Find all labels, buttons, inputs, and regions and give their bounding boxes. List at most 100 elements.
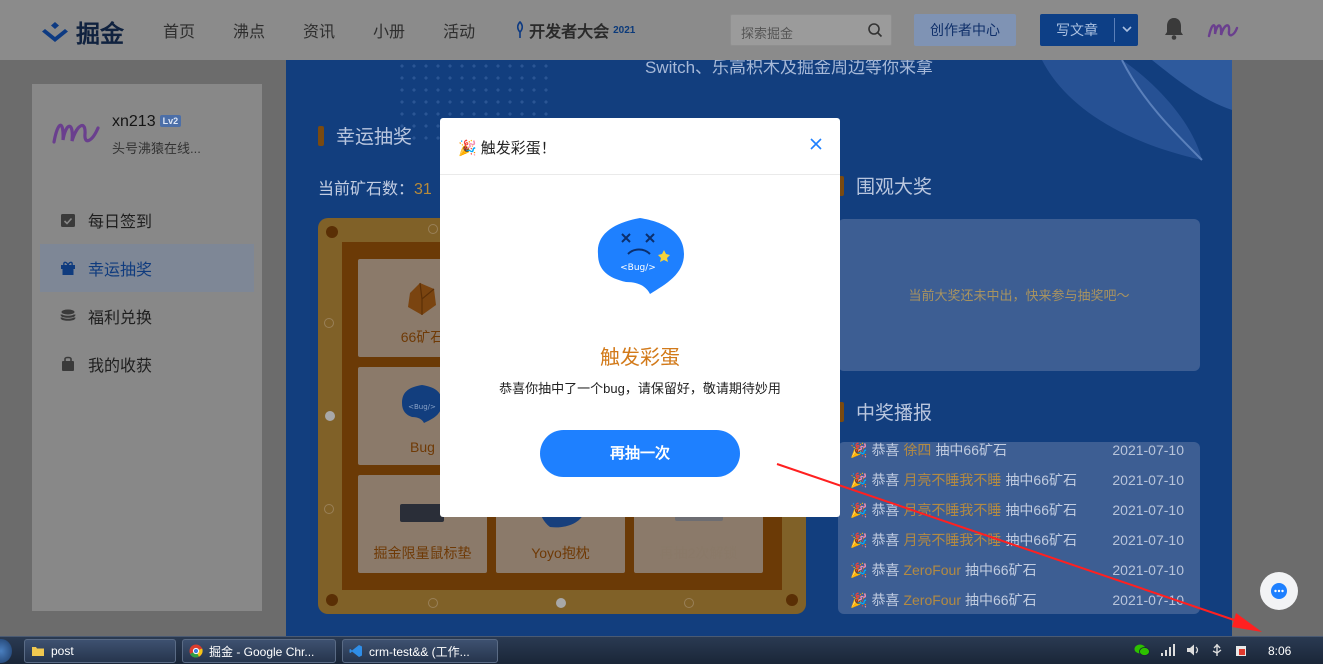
winner-prize: 抽中66矿石 (935, 442, 1008, 458)
taskbar-item-post[interactable]: post (24, 639, 176, 663)
winner-name[interactable]: ZeroFour (903, 592, 961, 608)
nav-developer-conference[interactable]: 开发者大会 2021 (513, 18, 635, 42)
taskbar-item-label: post (51, 644, 74, 658)
list-item: 🎉 恭喜 ZeroFour 抽中66矿石 2021-07-10 (850, 560, 1184, 580)
party-popper-icon: 🎉 (850, 591, 868, 608)
grand-prize-panel: 当前大奖还未中出，快来参与抽奖吧～ (838, 219, 1200, 371)
windows-taskbar: post 掘金 - Google Chr... crm-test&& (工作..… (0, 636, 1323, 664)
dialog-header: 🎉 触发彩蛋！ (440, 118, 840, 175)
prize-label: 掘金限量鼠标垫 (373, 545, 472, 561)
search-placeholder: 探索掘金 (741, 26, 794, 41)
board-dot (556, 598, 566, 608)
party-popper-icon: 🎉 (850, 442, 868, 458)
bag-icon (62, 356, 74, 371)
taskbar-clock[interactable]: 8:06 (1268, 644, 1291, 658)
winner-prize: 抽中66矿石 (965, 562, 1037, 578)
sidebar-item-my-gains[interactable]: 我的收获 (40, 340, 254, 388)
logo-text: 掘金 (76, 21, 124, 48)
nav-books[interactable]: 小册 (373, 18, 405, 42)
winner-name[interactable]: 徐四 (903, 442, 931, 460)
sidebar-item-label: 福利兑换 (88, 310, 153, 327)
winner-name[interactable]: 月亮不睡我不睡 (903, 530, 1001, 550)
svg-text:<Bug/>: <Bug/> (408, 403, 436, 411)
chat-bubble-icon (1271, 583, 1287, 599)
winners-title: 中奖播报 (856, 403, 933, 424)
search-icon[interactable] (867, 22, 883, 38)
start-button[interactable] (0, 639, 12, 663)
ore-balance: 当前矿石数：31 (318, 175, 432, 199)
button-divider (1114, 18, 1115, 42)
volume-icon[interactable] (1186, 643, 1200, 657)
chevron-down-icon[interactable] (1120, 22, 1134, 36)
nav-home[interactable]: 首页 (163, 18, 195, 42)
usb-icon[interactable] (1210, 643, 1224, 657)
winner-prize: 抽中66矿石 (965, 592, 1037, 608)
winner-prize: 抽中66矿石 (1005, 472, 1078, 488)
avatar[interactable] (50, 110, 102, 154)
taskbar-item-chrome[interactable]: 掘金 - Google Chr... (182, 639, 336, 663)
juejin-logo[interactable]: 掘金 (40, 14, 124, 49)
grand-prize-title: 围观大奖 (856, 177, 933, 198)
draw-again-button[interactable]: 再抽一次 (540, 430, 740, 477)
sidebar-item-daily-checkin[interactable]: 每日签到 (40, 196, 254, 244)
winner-date: 2021-07-10 (1112, 502, 1184, 518)
winner-date: 2021-07-10 (1112, 562, 1184, 578)
list-item: 🎉 恭喜 ZeroFour 抽中66矿石 2021-07-10 (850, 590, 1184, 610)
party-popper-icon: 🎉 (458, 139, 477, 157)
winner-name[interactable]: 月亮不睡我不睡 (903, 470, 1001, 490)
signal-icon[interactable] (1160, 643, 1176, 657)
winner-date: 2021-07-10 (1112, 472, 1184, 488)
winner-prefix: 恭喜 (871, 502, 900, 518)
sidebar-item-welfare-exchange[interactable]: 福利兑换 (40, 292, 254, 340)
sidebar-item-label: 每日签到 (88, 214, 153, 231)
taskbar-item-label: 掘金 - Google Chr... (209, 644, 315, 659)
wechat-icon[interactable] (1134, 643, 1150, 657)
list-item: 🎉 恭喜 月亮不睡我不睡 抽中66矿石 2021-07-10 (850, 470, 1184, 490)
party-popper-icon: 🎉 (850, 501, 868, 518)
chat-float-button[interactable] (1260, 572, 1298, 610)
juejin-logo-icon (42, 21, 68, 42)
party-popper-icon: 🎉 (850, 531, 868, 548)
user-bio: 头号沸猿在线... (112, 141, 201, 156)
creator-center-button[interactable]: 创作者中心 (914, 14, 1016, 46)
close-icon[interactable] (808, 136, 824, 152)
winner-name[interactable]: 月亮不睡我不睡 (903, 500, 1001, 520)
winner-prefix: 恭喜 (871, 442, 900, 458)
winner-prefix: 恭喜 (871, 532, 900, 548)
dialog-description: 恭喜你抽中了一个bug，请保留好，敬请期待妙用 (499, 381, 781, 396)
vscode-icon (349, 645, 362, 657)
board-dot (325, 411, 335, 421)
board-dot (326, 226, 338, 238)
dialog-title-text: 触发彩蛋！ (480, 140, 556, 157)
winners-section-title: 中奖播报 (838, 398, 932, 425)
user-avatar-icon[interactable] (1206, 14, 1240, 44)
security-alert-icon[interactable] (1234, 643, 1248, 657)
search-input[interactable]: 探索掘金 (730, 14, 892, 46)
sidebar-item-label: 幸运抽奖 (88, 262, 153, 279)
winner-prefix: 恭喜 (871, 562, 900, 578)
board-dot (324, 504, 334, 514)
title-accent-bar (318, 125, 324, 146)
write-article-label: 写文章 (1056, 22, 1098, 38)
nav-pins[interactable]: 沸点 (233, 18, 265, 42)
username: xn213 Lv2 (112, 113, 182, 131)
decorative-leaf-icon (1042, 60, 1232, 161)
bug-icon: <Bug/> (402, 385, 442, 423)
write-article-button[interactable]: 写文章 (1040, 14, 1138, 46)
top-navbar: 掘金 首页 沸点 资讯 小册 活动 开发者大会 2021 探索掘金 创作者中心 … (0, 0, 1323, 60)
bell-icon[interactable] (1162, 15, 1186, 41)
coins-icon (60, 309, 76, 321)
conference-label: 开发者大会 (529, 24, 610, 41)
chrome-icon (189, 644, 203, 658)
winner-name[interactable]: ZeroFour (903, 562, 961, 578)
winner-prize: 抽中66矿石 (1005, 532, 1078, 548)
ore-icon (408, 282, 436, 315)
lottery-section-title: 幸运抽奖 (318, 122, 412, 149)
nav-news[interactable]: 资讯 (303, 18, 335, 42)
taskbar-item-vscode[interactable]: crm-test&& (工作... (342, 639, 498, 663)
main-nav: 首页 沸点 资讯 小册 活动 开发者大会 2021 (163, 0, 635, 60)
winner-date: 2021-07-10 (1112, 442, 1184, 458)
sidebar-item-lucky-draw[interactable]: 幸运抽奖 (40, 244, 254, 292)
grand-prize-section-title: 围观大奖 (838, 172, 932, 199)
nav-events[interactable]: 活动 (443, 18, 475, 42)
